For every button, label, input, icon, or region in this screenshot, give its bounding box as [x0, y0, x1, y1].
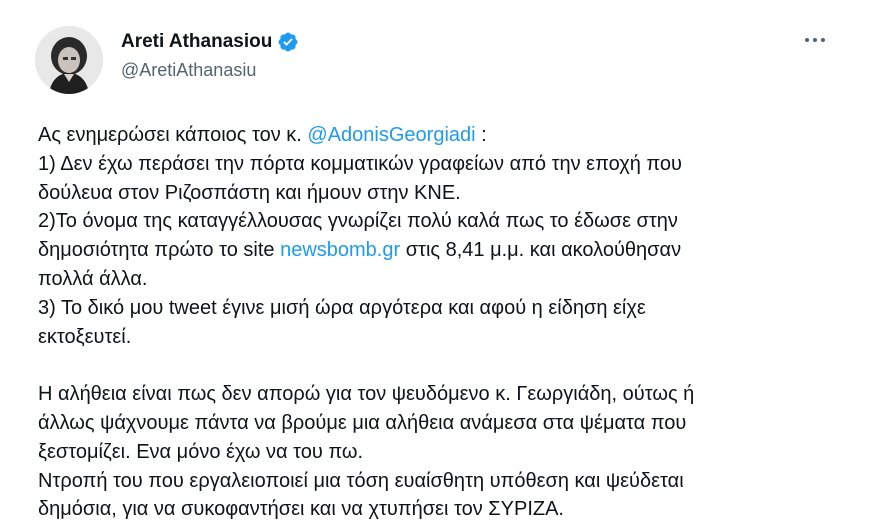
- avatar[interactable]: [35, 26, 103, 94]
- tweet-line: πολλά άλλα.: [38, 265, 838, 294]
- tweet-line: άλλως ψάχνουμε πάντα να βρούμε μια αλήθε…: [38, 409, 838, 438]
- tweet-text-segment: δούλευα στον Ριζοσπάστη και ήμουν στην Κ…: [38, 181, 461, 204]
- tweet-card: Areti Athanasiou @AretiAthanasiu Ας ενημ…: [0, 0, 858, 520]
- url-link[interactable]: newsbomb.gr: [280, 239, 400, 261]
- tweet-line: 3) Το δικό μου tweet έγινε μισή ώρα αργό…: [38, 294, 838, 323]
- author-display-name[interactable]: Areti Athanasiou: [121, 31, 272, 53]
- tweet-text-segment: άλλως ψάχνουμε πάντα να βρούμε μια αλήθε…: [38, 411, 687, 434]
- tweet-text-segment: στις 8,41 μ.μ. και ακολούθησαν: [400, 239, 682, 262]
- tweet-text-segment: εκτοξευτεί.: [38, 325, 132, 348]
- tweet-text-segment: :: [475, 124, 487, 146]
- tweet-line: δημόσια, για να συκοφαντήσει και να χτυπ…: [38, 495, 838, 524]
- tweet-line: 2)Το όνομα της καταγγέλλουσας γνωρίζει π…: [38, 207, 838, 236]
- tweet-line: Η αλήθεια είναι πως δεν απορώ για τον ψε…: [38, 380, 838, 409]
- tweet-line: δημοσιότητα πρώτο το site newsbomb.gr στ…: [38, 236, 838, 265]
- mention-link[interactable]: @AdonisGeorgiadi: [307, 124, 475, 146]
- tweet-text-segment: Ας ενημερώσει κάποιος τον κ.: [38, 124, 308, 146]
- tweet-line: 1) Δεν έχω περάσει την πόρτα κομματικών …: [38, 150, 838, 179]
- tweet-text-segment: Η αλήθεια είναι πως δεν απορώ για τον ψε…: [38, 383, 695, 406]
- tweet-line: Ντροπή του που εργαλειοποιεί μια τόση ευ…: [38, 467, 838, 496]
- tweet-text-segment: 2)Το όνομα της καταγγέλλουσας γνωρίζει π…: [38, 210, 678, 233]
- tweet-line: δούλευα στον Ριζοσπάστη και ήμουν στην Κ…: [38, 179, 838, 208]
- avatar-photo: [35, 26, 103, 94]
- author-block: Areti Athanasiou @AretiAthanasiu: [121, 30, 299, 81]
- tweet-text-segment: δημοσιότητα πρώτο το site: [38, 239, 281, 262]
- tweet-line: Ας ενημερώσει κάποιος τον κ. @AdonisGeor…: [38, 121, 838, 150]
- tweet-text-segment: πολλά άλλα.: [38, 267, 148, 290]
- tweet-line: ξεστομίζει. Ενα μόνο έχω να του πω.: [38, 438, 838, 467]
- tweet-text-segment: Ντροπή του που εργαλειοποιεί μια τόση ευ…: [38, 469, 684, 492]
- tweet-text: Ας ενημερώσει κάποιος τον κ. @AdonisGeor…: [38, 121, 838, 524]
- tweet-text-segment: δημόσια, για να συκοφαντήσει και να χτυπ…: [38, 498, 564, 521]
- tweet-text-segment: 1) Δεν έχω περάσει την πόρτα κομματικών …: [38, 152, 682, 175]
- more-options-icon[interactable]: [800, 30, 830, 50]
- verified-badge-icon[interactable]: [277, 31, 299, 53]
- author-handle[interactable]: @AretiAthanasiu: [121, 60, 299, 81]
- tweet-text-segment: 3) Το δικό μου tweet έγινε μισή ώρα αργό…: [38, 296, 646, 319]
- tweet-line: εκτοξευτεί.: [38, 323, 838, 352]
- page-edge: [857, 0, 880, 508]
- tweet-text-segment: ξεστομίζει. Ενα μόνο έχω να του πω.: [38, 440, 364, 463]
- name-row: Areti Athanasiou: [121, 30, 299, 54]
